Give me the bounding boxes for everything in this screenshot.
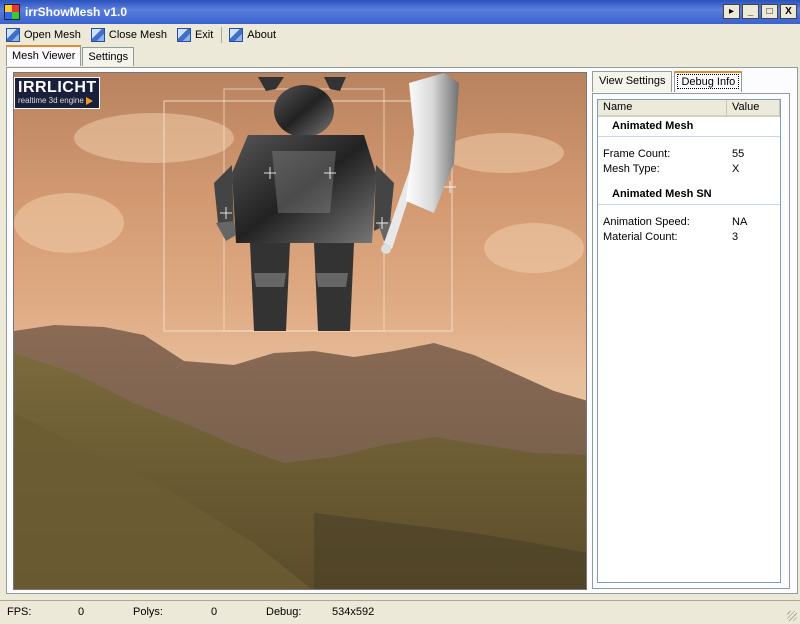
warrior-mesh xyxy=(214,77,394,331)
axe-mesh xyxy=(381,73,459,254)
list-header: Name Value xyxy=(598,100,780,117)
debug-label: Debug: xyxy=(266,606,302,618)
column-header-name[interactable]: Name xyxy=(598,100,727,117)
tab-view-settings[interactable]: View Settings xyxy=(592,71,673,92)
item-value: X xyxy=(732,163,740,175)
window-title: irrShowMesh v1.0 xyxy=(25,5,128,19)
tab-settings[interactable]: Settings xyxy=(82,47,135,66)
logo-sub-row: realtime 3d engine xyxy=(18,96,96,106)
right-panel-tabs: View Settings Debug Info xyxy=(592,71,744,92)
exit-label: Exit xyxy=(194,29,214,41)
tab-mesh-viewer[interactable]: Mesh Viewer xyxy=(6,45,82,66)
list-item[interactable]: Material Count: 3 xyxy=(598,230,780,245)
item-name: Mesh Type: xyxy=(603,163,660,175)
about-label: About xyxy=(247,29,277,41)
close-mesh-button[interactable]: Close Mesh xyxy=(89,25,169,45)
logo-arrow-icon xyxy=(85,96,93,105)
item-name: Frame Count: xyxy=(603,148,671,160)
app-icon xyxy=(4,4,20,20)
column-header-value[interactable]: Value xyxy=(727,100,780,117)
logo-main-text: IRRLICHT xyxy=(18,79,97,96)
item-value: NA xyxy=(732,216,748,228)
window-controls: ▸ _ □ X xyxy=(723,4,797,19)
fps-label: FPS: xyxy=(7,606,32,618)
list-item[interactable]: Frame Count: 55 xyxy=(598,147,780,162)
title-bar[interactable]: irrShowMesh v1.0 ▸ _ □ X xyxy=(0,0,800,24)
status-bar: FPS: 0 Polys: 0 Debug: 534x592 xyxy=(0,600,800,624)
polys-label: Polys: xyxy=(133,606,163,618)
scene-render xyxy=(14,73,586,589)
item-value: 3 xyxy=(732,231,739,243)
open-mesh-icon xyxy=(6,28,20,42)
close-mesh-label: Close Mesh xyxy=(108,29,167,41)
logo-sub-text: realtime 3d engine xyxy=(18,96,84,105)
group-header: Animated Mesh SN xyxy=(598,185,780,205)
item-name: Material Count: xyxy=(603,231,678,243)
item-value: 55 xyxy=(732,148,745,160)
toolbar-separator xyxy=(221,27,223,43)
group-header: Animated Mesh xyxy=(598,117,780,137)
close-window-button[interactable]: X xyxy=(780,4,797,19)
main-tabs: Mesh Viewer Settings xyxy=(6,45,135,66)
about-icon xyxy=(229,28,244,42)
resize-grip[interactable] xyxy=(787,611,797,621)
open-mesh-button[interactable]: Open Mesh xyxy=(4,25,83,45)
close-mesh-icon xyxy=(90,28,105,42)
open-mesh-label: Open Mesh xyxy=(24,29,81,41)
polys-value: 0 xyxy=(211,606,218,618)
exit-icon xyxy=(176,28,191,42)
fps-value: 0 xyxy=(78,606,85,618)
3d-viewport[interactable]: IRRLICHT realtime 3d engine xyxy=(13,72,587,590)
debug-value: 534x592 xyxy=(332,606,375,618)
debug-info-list[interactable]: Name Value Animated Mesh Frame Count: 55… xyxy=(597,99,781,583)
item-name: Animation Speed: xyxy=(603,216,690,228)
toolbar: Open Mesh Close Mesh Exit About xyxy=(0,24,800,46)
maximize-button[interactable]: □ xyxy=(761,4,778,19)
minimize-button[interactable]: _ xyxy=(742,4,759,19)
about-button[interactable]: About xyxy=(227,25,278,45)
tab-debug-info[interactable]: Debug Info xyxy=(674,71,743,92)
exit-button[interactable]: Exit xyxy=(175,25,215,45)
list-item[interactable]: Mesh Type: X xyxy=(598,162,780,177)
list-item[interactable]: Animation Speed: NA xyxy=(598,215,780,230)
irrlicht-logo: IRRLICHT realtime 3d engine xyxy=(14,77,100,109)
menu-arrow-button[interactable]: ▸ xyxy=(723,4,740,19)
